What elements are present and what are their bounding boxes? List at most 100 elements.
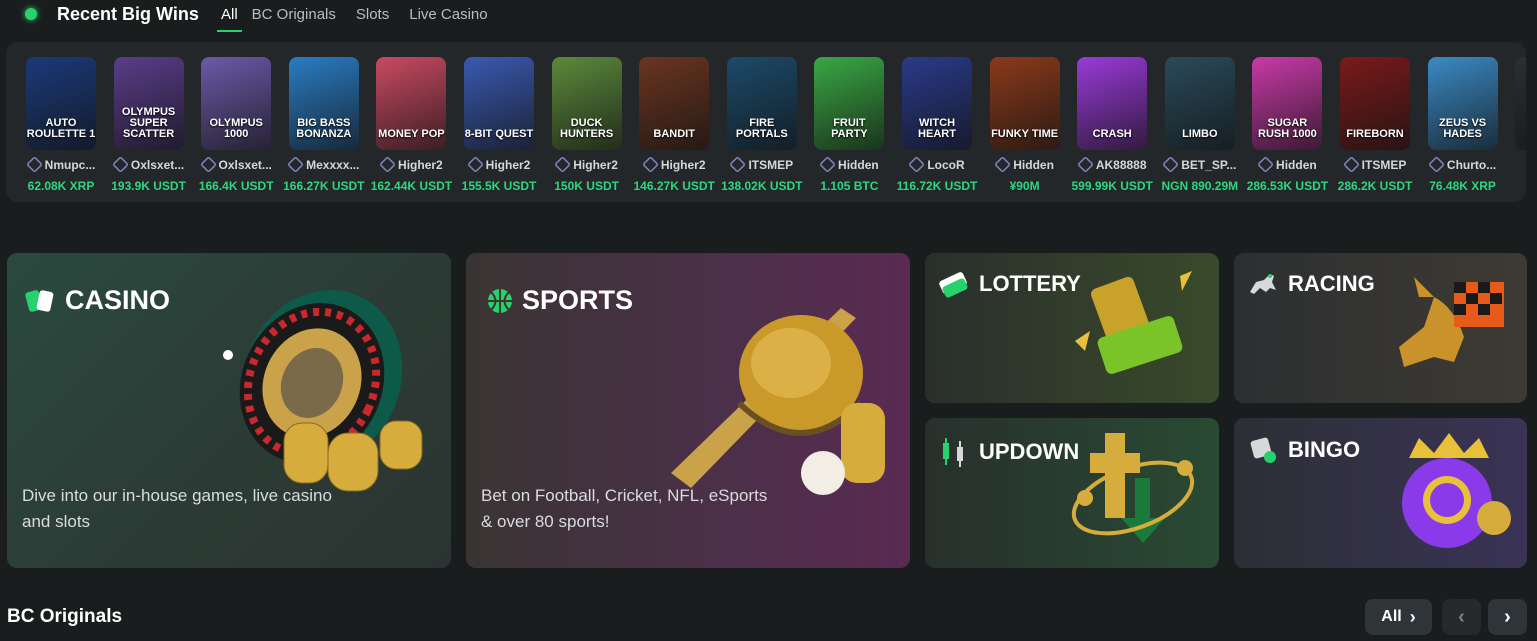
win-amount: 599.99K USDT [1071, 179, 1153, 193]
sports-card[interactable]: SPORTS Bet on Football, Cricket, NFL, eS… [466, 253, 910, 568]
racing-card[interactable]: RACING [1234, 253, 1527, 403]
lottery-card[interactable]: LOTTERY [925, 253, 1219, 403]
updown-arrows-illustration [1071, 433, 1195, 543]
vip-badge-icon [111, 156, 129, 173]
game-thumbnail[interactable]: ZEUS VS HADES [1427, 57, 1498, 150]
win-item[interactable]: DUCK HUNTERS Higher2 150K USDT [545, 57, 629, 202]
vip-badge-icon [1162, 156, 1180, 173]
win-amount: 76.48K XRP [1429, 179, 1496, 193]
game-name: FRUIT PARTY [831, 117, 868, 140]
win-amount: 1.105 BTC [820, 179, 879, 193]
game-thumbnail[interactable]: FIRE PORTALS [726, 57, 797, 150]
game-name: AUTO ROULETTE 1 [26, 117, 96, 140]
game-thumbnail[interactable]: OLYMPUS 1000 [201, 57, 272, 150]
win-item[interactable]: AUTO ROULETTE 1 Nmupc... 62.08K XRP [19, 57, 103, 202]
tab-all[interactable]: All [217, 6, 242, 32]
lottery-ticket-illustration [1075, 271, 1192, 374]
win-item[interactable]: 8-BIT QUEST Higher2 155.5K USDT [457, 57, 541, 202]
game-name: MONEY POP [378, 128, 445, 140]
game-thumbnail[interactable] [1515, 57, 1526, 150]
win-username: BET_SP... [1181, 157, 1237, 172]
win-username: ITSMEP [1361, 157, 1407, 172]
win-item[interactable]: FRUIT PARTY Hidden 1.105 BTC [807, 57, 891, 202]
casino-card[interactable]: CASINO Dive into our in-house games, liv… [7, 253, 451, 568]
game-name: BIG BASS BONANZA [296, 117, 352, 140]
game-thumbnail[interactable]: SUGAR RUSH 1000 [1252, 57, 1323, 150]
win-user: Mexxxx... [282, 156, 366, 173]
game-thumbnail[interactable]: LIMBO [1164, 57, 1235, 150]
game-thumbnail[interactable]: 8-BIT QUEST [464, 57, 534, 150]
bingo-card[interactable]: BINGO [1234, 418, 1527, 568]
sports-description: Bet on Football, Cricket, NFL, eSports &… [481, 486, 768, 531]
game-thumbnail[interactable]: FIREBORN [1340, 57, 1410, 150]
bingo-ball-illustration [1402, 433, 1511, 548]
game-thumbnail[interactable]: MONEY POP [376, 57, 447, 150]
vip-badge-icon [908, 156, 926, 173]
win-item[interactable]: CRASH AK88888 599.99K USDT [1070, 57, 1154, 202]
win-item[interactable]: OLYMPUS SUPER SCATTER Oxlsxet... 193.9K US… [107, 57, 191, 202]
win-item[interactable]: MONEY POP Higher2 162.44K USDT [369, 57, 453, 202]
win-item[interactable]: WITCH HEART LocoR 116.72K USDT [895, 57, 979, 202]
bc-originals-title: BC Originals [7, 606, 123, 627]
win-item[interactable]: FIRE PORTALS ITSMEP 138.02K USDT [720, 57, 804, 202]
vip-badge-icon [287, 156, 305, 173]
win-username: Higher2 [398, 157, 443, 172]
originals-all-label: All [1381, 608, 1402, 625]
win-user: Churto... [1421, 156, 1505, 173]
win-user: ITSMEP [720, 156, 804, 173]
win-amount: NGN 890.29M [1161, 179, 1239, 193]
game-name: FUNKY TIME [991, 128, 1059, 140]
win-username: Mexxxx... [306, 157, 360, 172]
cards-icon [25, 289, 54, 312]
vip-badge-icon [25, 156, 43, 173]
win-item[interactable]: 21 [1508, 57, 1526, 202]
win-user: Oxlsxet... [194, 156, 278, 173]
tab-live-casino[interactable]: Live Casino [409, 6, 497, 30]
win-item[interactable]: OLYMPUS 1000 Oxlsxet... 166.4K USDT [194, 57, 278, 202]
win-item[interactable]: LIMBO BET_SP... NGN 890.29M [1158, 57, 1242, 202]
win-user: BET_SP... [1158, 156, 1242, 173]
win-item[interactable]: FIREBORN ITSMEP 286.2K USDT [1333, 57, 1417, 202]
lottery-title-label: LOTTERY [979, 271, 1081, 296]
chevron-right-icon: › [1409, 606, 1416, 627]
originals-all-button[interactable]: All › [1365, 599, 1432, 635]
game-thumbnail[interactable]: WITCH HEART [902, 57, 972, 150]
game-thumbnail[interactable]: AUTO ROULETTE 1 [26, 57, 96, 150]
originals-next-button[interactable]: › [1488, 599, 1527, 635]
game-thumbnail[interactable]: OLYMPUS SUPER SCATTER [113, 57, 184, 150]
cricket-illustration [671, 308, 885, 495]
tab-slots[interactable]: Slots [356, 6, 399, 30]
updown-title: UPDOWN [937, 435, 1079, 469]
game-thumbnail[interactable]: BANDIT [639, 57, 710, 150]
vip-badge-icon [466, 156, 484, 173]
horse-icon [1250, 274, 1276, 294]
game-thumbnail[interactable]: DUCK HUNTERS [551, 57, 622, 150]
game-thumbnail[interactable]: BIG BASS BONANZA [288, 57, 359, 150]
game-thumbnail[interactable]: FRUIT PARTY [814, 57, 885, 150]
win-user: AK88888 [1070, 156, 1154, 173]
win-item[interactable]: BANDIT Higher2 146.27K USDT [632, 57, 716, 202]
recent-wins-title: Recent Big Wins [57, 4, 199, 24]
vip-badge-icon [1342, 156, 1360, 173]
game-name: FIRE PORTALS [735, 117, 788, 140]
chevron-left-icon: ‹ [1458, 605, 1465, 628]
game-thumbnail[interactable]: FUNKY TIME [989, 57, 1060, 150]
win-item[interactable]: BIG BASS BONANZA Mexxxx... 166.27K USDT [282, 57, 366, 202]
chevron-right-icon: › [1504, 605, 1511, 628]
game-name: LIMBO [1182, 128, 1218, 140]
originals-prev-button[interactable]: ‹ [1442, 599, 1481, 635]
vip-badge-icon [379, 156, 397, 173]
win-username: Higher2 [660, 157, 706, 172]
win-item[interactable]: FUNKY TIME Hidden ¥90M [983, 57, 1067, 202]
updown-card[interactable]: UPDOWN [925, 418, 1219, 568]
win-username: Hidden [838, 157, 879, 172]
tab-bc-originals[interactable]: BC Originals [252, 6, 346, 30]
win-user: Higher2 [369, 156, 453, 173]
win-username: Churto... [1446, 157, 1497, 172]
vip-badge-icon [819, 156, 837, 173]
win-amount: 21 [1508, 164, 1526, 178]
casino-description: Dive into our in-house games, live casin… [22, 486, 332, 531]
win-item[interactable]: ZEUS VS HADES Churto... 76.48K XRP [1421, 57, 1505, 202]
win-item[interactable]: SUGAR RUSH 1000 Hidden 286.53K USDT [1245, 57, 1329, 202]
game-thumbnail[interactable]: CRASH [1077, 57, 1148, 150]
